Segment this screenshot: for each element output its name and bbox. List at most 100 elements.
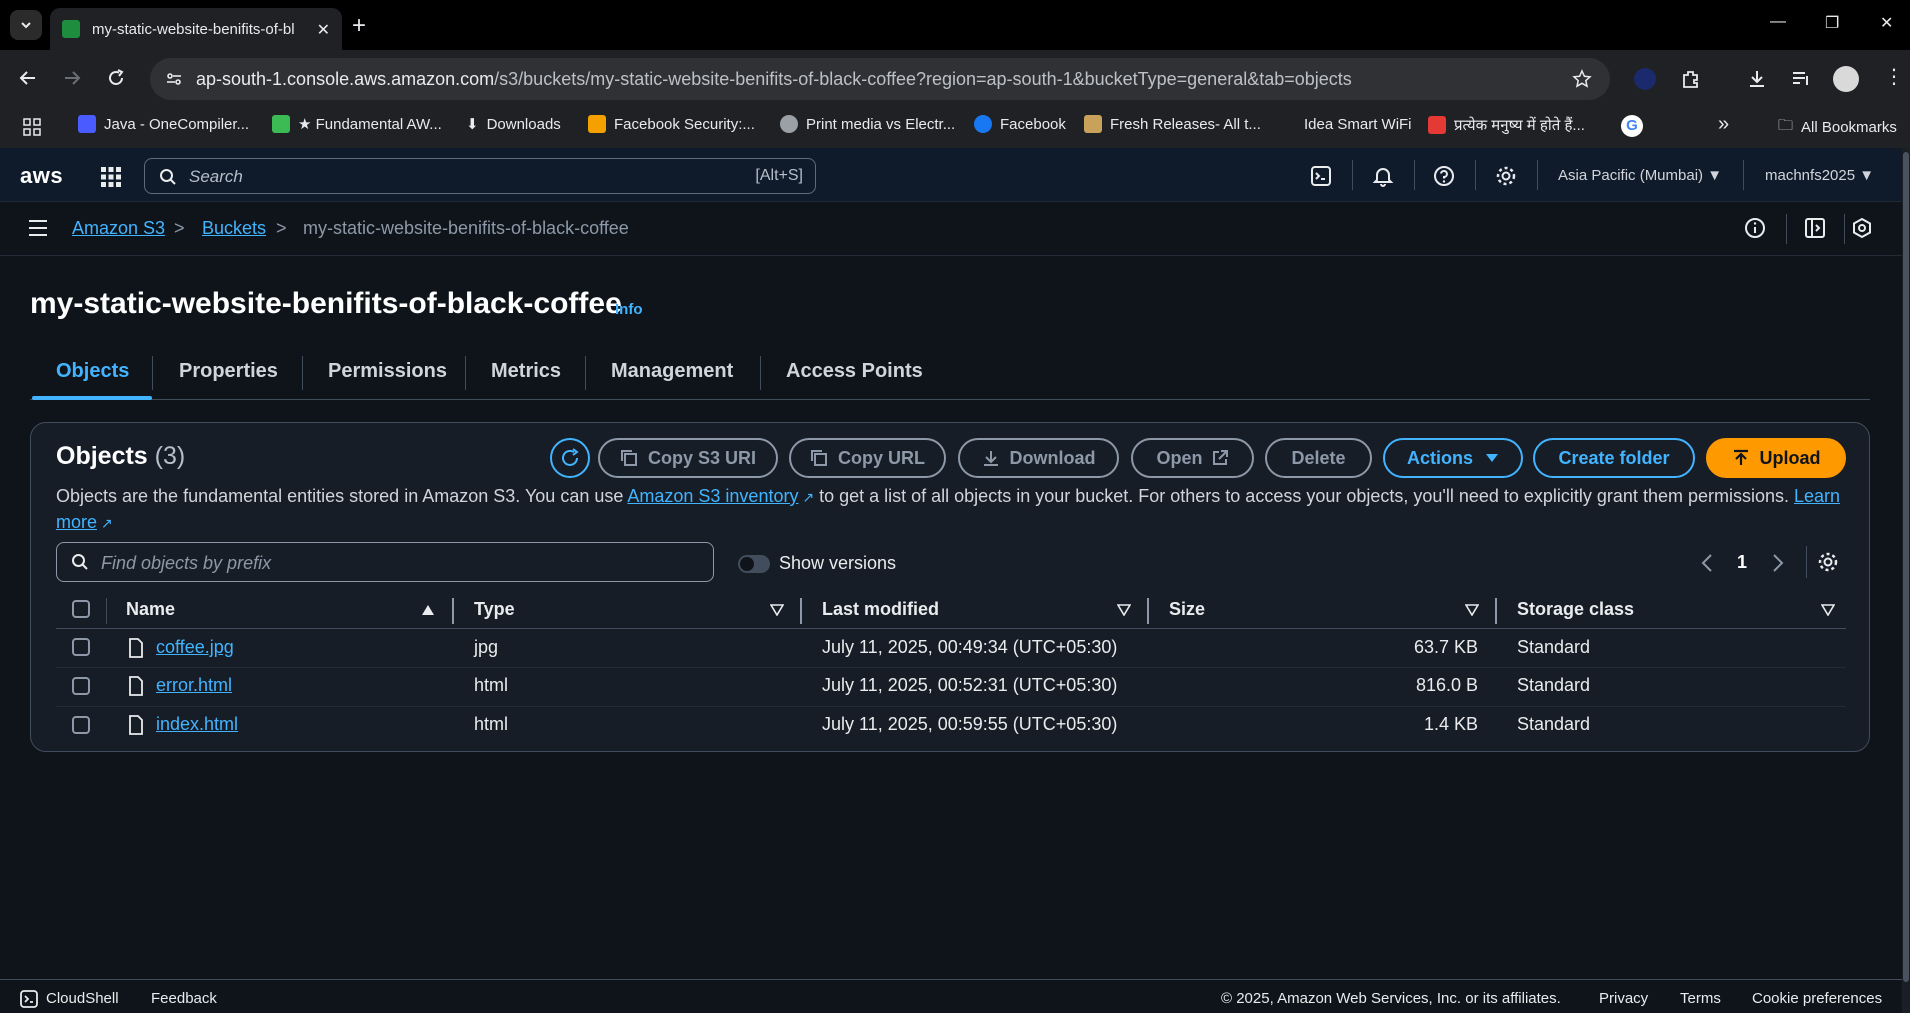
tab-properties[interactable]: Properties <box>179 360 278 383</box>
delete-button[interactable]: Delete <box>1265 438 1372 478</box>
upload-button[interactable]: Upload <box>1706 438 1846 478</box>
tab-permissions[interactable]: Permissions <box>328 360 447 383</box>
find-objects-input[interactable]: Find objects by prefix <box>56 542 714 582</box>
table-settings-gear-icon[interactable] <box>1817 551 1839 573</box>
refresh-button[interactable] <box>550 438 590 478</box>
site-info-icon[interactable] <box>164 69 184 89</box>
previous-page-icon[interactable] <box>1700 553 1714 573</box>
google-icon[interactable]: G <box>1621 115 1643 137</box>
reload-icon[interactable] <box>106 68 126 88</box>
bookmark-item[interactable]: Facebook Security:... <box>588 115 755 133</box>
extension-icon[interactable] <box>1634 68 1656 90</box>
close-tab-icon[interactable]: ✕ <box>317 20 330 40</box>
feature-notification-icon[interactable] <box>1851 217 1873 239</box>
profile-avatar[interactable] <box>1833 66 1859 92</box>
back-arrow-icon[interactable] <box>18 68 38 88</box>
footer-terms-link[interactable]: Terms <box>1680 990 1721 1007</box>
page-scrollbar[interactable] <box>1902 148 1910 1013</box>
breadcrumb-buckets[interactable]: Buckets <box>202 218 266 239</box>
bookmark-item[interactable]: ★ Fundamental AW... <box>272 115 442 133</box>
bookmark-item[interactable]: Facebook <box>974 115 1066 133</box>
sort-icon[interactable] <box>770 604 784 616</box>
sort-ascending-icon[interactable] <box>421 604 435 616</box>
learn-more-link[interactable]: Learn <box>1794 486 1840 506</box>
download-button[interactable]: Download <box>958 438 1119 478</box>
footer-feedback-link[interactable]: Feedback <box>151 990 217 1007</box>
forward-arrow-icon[interactable] <box>62 68 82 88</box>
all-bookmarks[interactable]: 🗀 All Bookmarks <box>1778 115 1897 140</box>
bookmark-star-icon[interactable] <box>1572 69 1592 89</box>
column-resize-handle[interactable] <box>452 598 454 624</box>
object-name-link[interactable]: coffee.jpg <box>156 637 234 658</box>
actions-dropdown-button[interactable]: Actions <box>1383 438 1523 478</box>
tab-management[interactable]: Management <box>611 360 733 383</box>
media-controls-icon[interactable] <box>1790 68 1812 90</box>
bookmark-item[interactable]: Print media vs Electr... <box>780 115 955 133</box>
apps-grid-icon[interactable] <box>22 117 42 137</box>
cloudshell-icon[interactable] <box>1310 165 1332 187</box>
region-selector[interactable]: Asia Pacific (Mumbai) ▼ <box>1558 167 1722 184</box>
column-header-name[interactable]: Name <box>126 599 175 620</box>
browser-tab-active[interactable]: my-static-website-benifits-of-bl ✕ <box>50 8 342 50</box>
address-bar[interactable]: ap-south-1.console.aws.amazon.com/s3/buc… <box>150 58 1610 100</box>
browser-menu-icon[interactable]: ⋮ <box>1884 64 1904 89</box>
help-icon[interactable] <box>1433 165 1455 187</box>
show-versions-toggle[interactable] <box>738 555 770 573</box>
column-header-size[interactable]: Size <box>1169 599 1205 620</box>
tab-objects[interactable]: Objects <box>56 360 129 383</box>
extensions-puzzle-icon[interactable] <box>1680 68 1702 90</box>
info-circle-icon[interactable] <box>1744 217 1766 239</box>
services-grid-icon[interactable] <box>100 166 122 188</box>
next-page-icon[interactable] <box>1771 553 1785 573</box>
column-resize-handle[interactable] <box>1495 598 1497 624</box>
downloads-icon[interactable] <box>1746 68 1768 90</box>
notifications-bell-icon[interactable] <box>1372 165 1394 187</box>
column-resize-handle[interactable] <box>1147 598 1149 624</box>
more-bookmarks-icon[interactable]: » <box>1718 113 1729 136</box>
sort-icon[interactable] <box>1117 604 1131 616</box>
s3-inventory-link[interactable]: Amazon S3 inventory <box>627 486 798 506</box>
breadcrumb-amazon-s3[interactable]: Amazon S3 <box>72 218 165 239</box>
tab-metrics[interactable]: Metrics <box>491 360 561 383</box>
tab-search-button[interactable] <box>10 10 42 40</box>
aws-search-input[interactable]: Search [Alt+S] <box>144 158 816 194</box>
info-link[interactable]: Info <box>615 301 643 318</box>
footer-cookie-preferences-link[interactable]: Cookie preferences <box>1752 990 1882 1007</box>
footer-privacy-link[interactable]: Privacy <box>1599 990 1648 1007</box>
column-header-last-modified[interactable]: Last modified <box>822 599 939 620</box>
account-menu[interactable]: machnfs2025 ▼ <box>1765 167 1874 184</box>
settings-gear-icon[interactable] <box>1495 165 1517 187</box>
open-button[interactable]: Open <box>1131 438 1254 478</box>
page-number[interactable]: 1 <box>1737 552 1747 573</box>
close-window-icon[interactable]: ✕ <box>1880 13 1893 33</box>
footer-cloudshell-link[interactable]: CloudShell <box>46 990 119 1007</box>
column-header-storage-class[interactable]: Storage class <box>1517 599 1634 620</box>
copy-url-button[interactable]: Copy URL <box>789 438 946 478</box>
row-checkbox[interactable] <box>72 638 90 656</box>
select-all-checkbox[interactable] <box>72 600 90 618</box>
scrollbar-thumb[interactable] <box>1903 152 1909 982</box>
column-header-type[interactable]: Type <box>474 599 515 620</box>
bookmark-item[interactable]: Java - OneCompiler... <box>78 115 249 133</box>
minimize-window-icon[interactable]: — <box>1770 13 1786 31</box>
bookmark-item[interactable]: Fresh Releases- All t... <box>1084 115 1261 133</box>
column-resize-handle[interactable] <box>800 598 802 624</box>
bookmark-item[interactable]: प्रत्येक मनुष्य में होते हैं... <box>1428 115 1585 135</box>
create-folder-button[interactable]: Create folder <box>1533 438 1695 478</box>
bookmark-item[interactable]: Idea Smart WiFi <box>1278 115 1412 133</box>
row-checkbox[interactable] <box>72 677 90 695</box>
new-tab-icon[interactable]: + <box>352 12 366 40</box>
object-name-link[interactable]: index.html <box>156 714 238 735</box>
row-checkbox[interactable] <box>72 716 90 734</box>
aws-logo[interactable]: aws <box>20 163 63 189</box>
sort-icon[interactable] <box>1821 604 1835 616</box>
sort-icon[interactable] <box>1465 604 1479 616</box>
copy-s3-uri-button[interactable]: Copy S3 URI <box>598 438 778 478</box>
restore-window-icon[interactable]: ❐ <box>1825 13 1839 33</box>
split-panel-icon[interactable] <box>1804 217 1826 239</box>
tab-access-points[interactable]: Access Points <box>786 360 923 383</box>
object-name-link[interactable]: error.html <box>156 675 232 696</box>
bookmark-item[interactable]: ⬇ Downloads <box>466 115 561 134</box>
hamburger-menu-icon[interactable] <box>28 219 48 237</box>
learn-more-link[interactable]: more <box>56 512 97 532</box>
